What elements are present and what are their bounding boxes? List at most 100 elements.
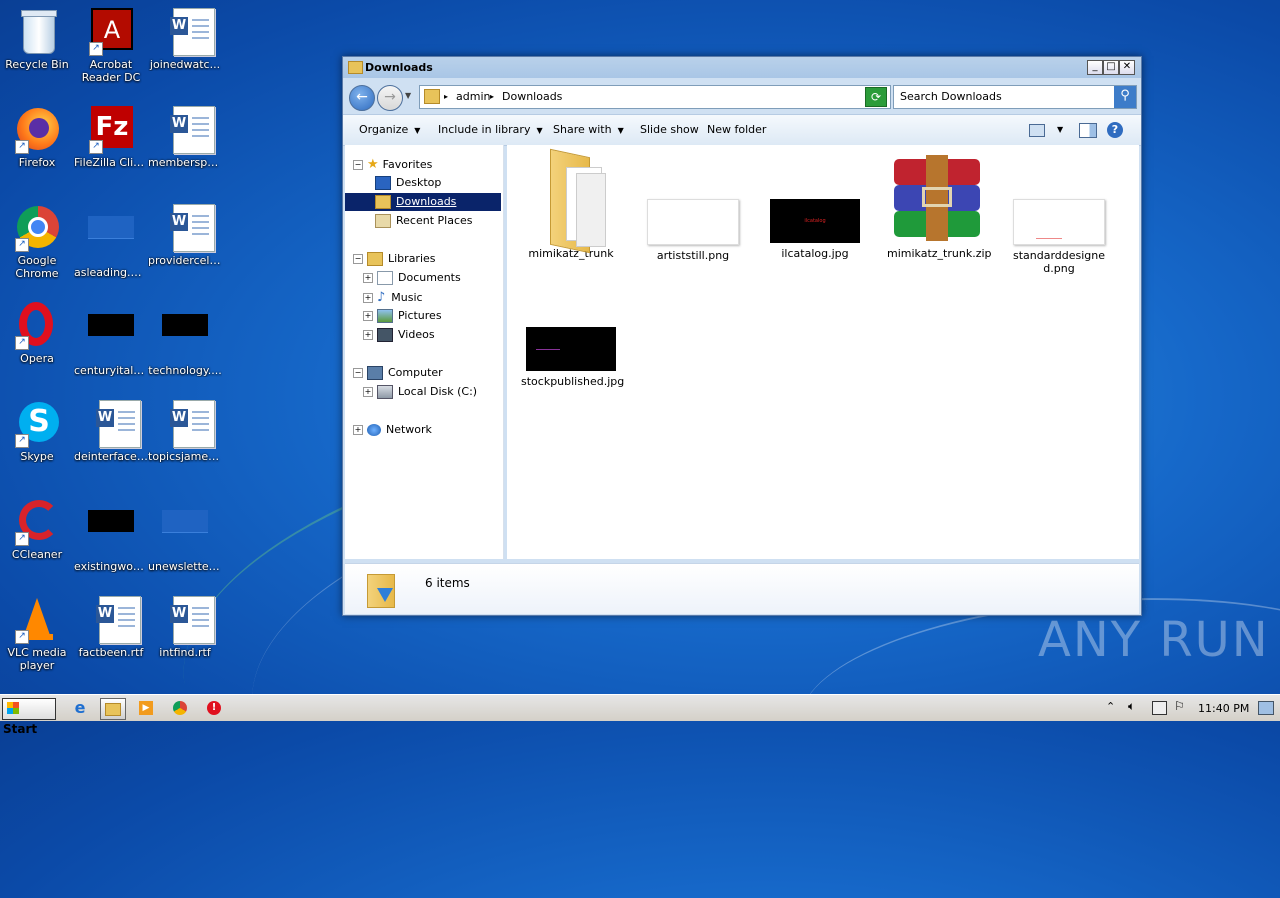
file-item[interactable]: mimikatz_trunk.zip xyxy=(887,153,992,260)
desktop-icon-label: FileZilla Client xyxy=(74,156,148,169)
desktop-icon-existingwou[interactable]: existingwou.... xyxy=(74,498,148,573)
desktop-icon-recycle-bin[interactable]: Recycle Bin xyxy=(0,8,74,71)
clock[interactable]: 11:40 PM xyxy=(1198,702,1249,715)
desktop-icon-google-chrome[interactable]: ↗ Google Chrome xyxy=(0,204,74,280)
expand-icon[interactable]: + xyxy=(363,293,373,303)
collapse-icon[interactable]: − xyxy=(353,254,363,264)
back-button[interactable]: ← xyxy=(349,85,375,111)
refresh-button[interactable]: ⟳ xyxy=(865,87,887,107)
desktop-icon-ccleaner[interactable]: ↗ CCleaner xyxy=(0,498,74,561)
opera-taskbar-icon[interactable]: ! xyxy=(202,698,226,718)
forward-button[interactable]: → xyxy=(377,85,403,111)
expand-icon[interactable]: + xyxy=(363,330,373,340)
file-name: mimikatz_trunk.zip xyxy=(887,247,992,260)
file-item[interactable]: stockpublished.jpg xyxy=(521,281,624,388)
search-box[interactable]: Search Downloads ⚲ xyxy=(893,85,1137,109)
minimize-button[interactable]: _ xyxy=(1087,60,1103,75)
file-item[interactable]: standarddesigned.png xyxy=(1009,153,1109,275)
media-player-icon[interactable]: ▶ xyxy=(134,698,158,718)
star-icon: ★ xyxy=(367,157,379,172)
include-in-library-button[interactable]: Include in library ▼ xyxy=(438,123,543,136)
tree-downloads[interactable]: Downloads xyxy=(345,193,501,211)
desktop-icon-firefox[interactable]: ↗ Firefox xyxy=(0,106,74,169)
tree-recent-places[interactable]: Recent Places xyxy=(375,214,473,228)
tree-videos[interactable]: + Videos xyxy=(363,328,435,342)
search-icon[interactable]: ⚲ xyxy=(1114,86,1136,108)
image-thumbnail-icon xyxy=(161,314,209,362)
search-input[interactable]: Search Downloads xyxy=(900,90,1002,103)
desktop-icon-label: technology.... xyxy=(148,364,222,377)
breadcrumb-admin[interactable]: admin xyxy=(456,90,490,103)
close-button[interactable]: ✕ xyxy=(1119,60,1135,75)
explorer-taskbar-button[interactable] xyxy=(100,698,126,720)
breadcrumb-separator-icon: ▸ xyxy=(444,92,449,101)
file-item[interactable]: ilcatalog ilcatalog.jpg xyxy=(765,153,865,260)
desktop-icon-opera[interactable]: ↗ Opera xyxy=(0,302,74,365)
desktop-icon-joinedwatc[interactable]: W joinedwatc... xyxy=(148,8,222,71)
breadcrumb-downloads[interactable]: Downloads xyxy=(502,90,562,103)
recent-places-icon xyxy=(375,214,391,228)
chrome-taskbar-icon[interactable] xyxy=(168,698,192,718)
desktop-icon-factbeen[interactable]: W factbeen.rtf xyxy=(74,596,148,659)
tree-local-disk[interactable]: + Local Disk (C:) xyxy=(363,385,477,399)
desktop-icon-label: Firefox xyxy=(18,156,56,169)
show-hidden-icons-icon[interactable]: ⌃ xyxy=(1106,700,1115,713)
desktop-icon-providercell[interactable]: W providercell.rtf xyxy=(148,204,222,267)
new-folder-button[interactable]: New folder xyxy=(707,123,766,136)
share-with-button[interactable]: Share with ▼ xyxy=(553,123,624,136)
recent-pages-chevron-icon[interactable]: ▼ xyxy=(405,91,411,100)
show-desktop-icon[interactable] xyxy=(1258,701,1274,715)
address-bar[interactable]: ▸ admin ▸ Downloads ▼ xyxy=(419,85,891,109)
volume-icon[interactable]: 🔈︎ xyxy=(1128,699,1135,714)
desktop-icon-centuryitaly[interactable]: centuryitaly.... xyxy=(74,302,148,377)
view-options-chevron-icon[interactable]: ▼ xyxy=(1057,125,1063,134)
slide-show-button[interactable]: Slide show xyxy=(640,123,699,136)
change-view-icon[interactable] xyxy=(1029,124,1045,137)
collapse-icon[interactable]: − xyxy=(353,368,363,378)
desktop-icon-asleading[interactable]: asleading.png xyxy=(74,204,148,279)
network-tray-icon[interactable] xyxy=(1152,701,1167,715)
tree-pictures[interactable]: + Pictures xyxy=(363,309,442,323)
desktop-icon-skype[interactable]: S ↗ Skype xyxy=(0,400,74,463)
desktop-icon-filezilla[interactable]: Fz ↗ FileZilla Client xyxy=(74,106,148,169)
desktop-icon-acrobat[interactable]: A ↗ Acrobat Reader DC xyxy=(74,8,148,84)
tree-network[interactable]: + Network xyxy=(353,423,432,436)
tree-libraries[interactable]: − Libraries xyxy=(353,252,436,266)
expand-icon[interactable]: + xyxy=(363,273,373,283)
preview-pane-icon[interactable] xyxy=(1079,123,1097,138)
action-center-flag-icon[interactable]: ⚐ xyxy=(1174,699,1185,713)
desktop-icon-deinterface[interactable]: W deinterface.rtf xyxy=(74,400,148,463)
organize-label: Organize xyxy=(359,123,409,136)
thumbnail-text: ilcatalog xyxy=(804,218,826,224)
acrobat-icon: A ↗ xyxy=(87,8,135,56)
collapse-icon[interactable]: − xyxy=(353,160,363,170)
tree-documents[interactable]: + Documents xyxy=(363,271,461,285)
desktop-icon-membersph[interactable]: W membersph... xyxy=(148,106,222,169)
desktop-icon-label: centuryitaly.... xyxy=(74,364,148,377)
expand-icon[interactable]: + xyxy=(353,425,363,435)
file-item[interactable]: artiststill.png xyxy=(643,153,743,262)
desktop-icon-unewslette[interactable]: unewslette.... xyxy=(148,498,222,573)
tree-computer[interactable]: − Computer xyxy=(353,366,443,380)
desktop-icon-intfind[interactable]: W intfind.rtf xyxy=(148,596,222,659)
file-item[interactable]: mimikatz_trunk xyxy=(521,148,621,260)
expand-icon[interactable]: + xyxy=(363,311,373,321)
ccleaner-icon: ↗ xyxy=(13,498,61,546)
tree-music[interactable]: + ♪ Music xyxy=(363,290,423,305)
tree-favorites[interactable]: − ★ Favorites xyxy=(353,157,432,172)
tree-label: Favorites xyxy=(382,158,433,171)
desktop-icon-topicsjames[interactable]: W topicsjames.... xyxy=(148,400,222,463)
organize-button[interactable]: Organize ▼ xyxy=(359,123,420,136)
desktop-icon-technology[interactable]: technology.... xyxy=(148,302,222,377)
internet-explorer-icon[interactable]: e xyxy=(68,698,92,718)
tree-desktop[interactable]: Desktop xyxy=(375,176,441,190)
maximize-button[interactable]: □ xyxy=(1103,60,1119,75)
desktop-icon xyxy=(375,176,391,190)
word-document-icon: W xyxy=(87,596,141,644)
help-icon[interactable]: ? xyxy=(1107,122,1123,138)
word-document-icon: W xyxy=(161,400,215,448)
desktop-icon-vlc[interactable]: ↗ VLC media player xyxy=(0,596,74,672)
start-button[interactable]: Start xyxy=(2,698,56,736)
expand-icon[interactable]: + xyxy=(363,387,373,397)
title-bar[interactable]: Downloads _ □ ✕ xyxy=(343,57,1141,78)
